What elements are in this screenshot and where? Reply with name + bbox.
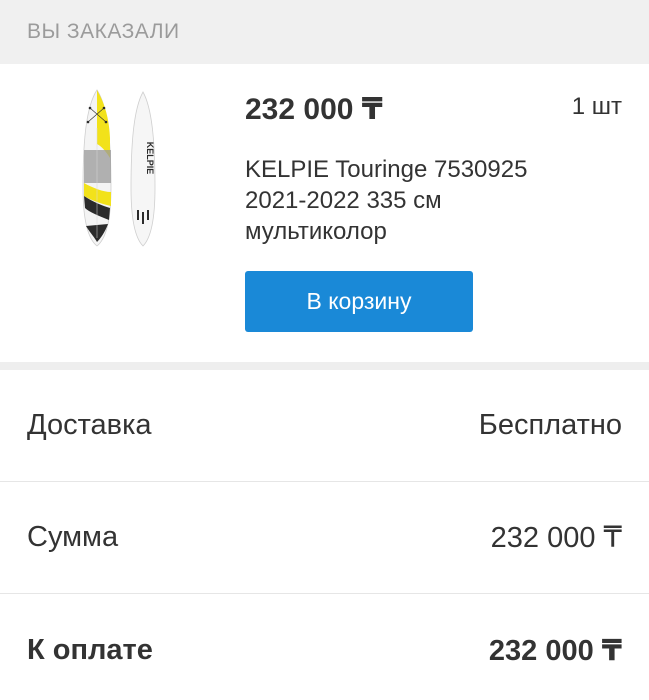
board-bottom-view: KELPIE bbox=[130, 91, 156, 247]
board-deck-view bbox=[82, 89, 112, 247]
section-title: ВЫ ЗАКАЗАЛИ bbox=[27, 20, 180, 43]
product-title-link[interactable]: KELPIE Touringe 7530925 2021-2022 335 см… bbox=[245, 154, 585, 247]
product-image[interactable]: KELPIE bbox=[75, 88, 165, 250]
sum-row: Сумма 232 000 ₸ bbox=[0, 482, 649, 594]
total-value: 232 000 ₸ bbox=[488, 634, 622, 667]
section-divider bbox=[0, 362, 649, 370]
section-header: ВЫ ЗАКАЗАЛИ bbox=[0, 0, 649, 64]
total-row: К оплате 232 000 ₸ bbox=[0, 594, 649, 700]
total-label: К оплате bbox=[27, 633, 153, 666]
delivery-value: Бесплатно bbox=[478, 409, 622, 441]
sum-value: 232 000 ₸ bbox=[490, 522, 622, 554]
delivery-row: Доставка Бесплатно bbox=[0, 370, 649, 482]
product-quantity: 1 шт bbox=[571, 93, 622, 120]
product-card: KELPIE 232 000 ₸ 1 шт KELPIE Touringe 75… bbox=[0, 64, 649, 362]
brand-logo: KELPIE bbox=[145, 142, 155, 175]
sum-label: Сумма bbox=[27, 521, 119, 553]
add-to-cart-button[interactable]: В корзину bbox=[245, 271, 473, 332]
order-summary-page: ВЫ ЗАКАЗАЛИ KELPIE 232 000 ₸ 1 шт KELPIE… bbox=[0, 0, 649, 700]
product-price: 232 000 ₸ bbox=[245, 93, 383, 126]
delivery-label: Доставка bbox=[27, 409, 152, 441]
